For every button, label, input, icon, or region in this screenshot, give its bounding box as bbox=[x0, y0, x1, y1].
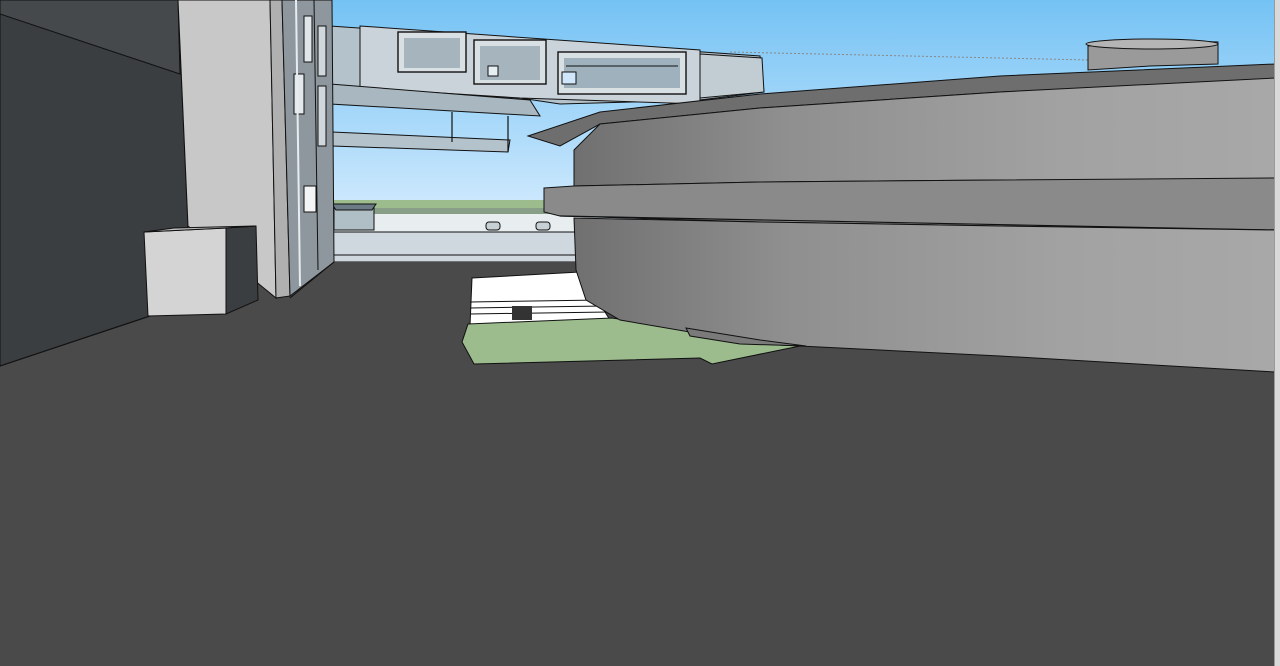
dark-vent bbox=[512, 306, 532, 320]
box-block-side bbox=[225, 225, 259, 315]
bollard bbox=[485, 221, 501, 231]
facade-window bbox=[293, 73, 305, 115]
plaza-floor bbox=[329, 231, 581, 263]
model-viewport[interactable] bbox=[0, 0, 1280, 666]
facade-window bbox=[303, 185, 317, 213]
facade-window bbox=[317, 85, 327, 147]
facade-window bbox=[317, 25, 327, 77]
bridge-end-block bbox=[699, 53, 765, 99]
bridge-window-inner bbox=[404, 38, 460, 68]
bridge-window-inner bbox=[564, 58, 680, 88]
bridge-window-pane bbox=[487, 65, 499, 77]
distant-shed-roof bbox=[331, 203, 377, 211]
viewport-frame-edge bbox=[1274, 0, 1280, 666]
bollard bbox=[535, 221, 551, 231]
facade-window bbox=[303, 15, 313, 63]
model-scene[interactable] bbox=[0, 0, 1280, 666]
box-block-front bbox=[143, 227, 227, 317]
rooftop-drum-cap bbox=[1085, 38, 1219, 50]
bridge-window-pane bbox=[561, 71, 577, 85]
